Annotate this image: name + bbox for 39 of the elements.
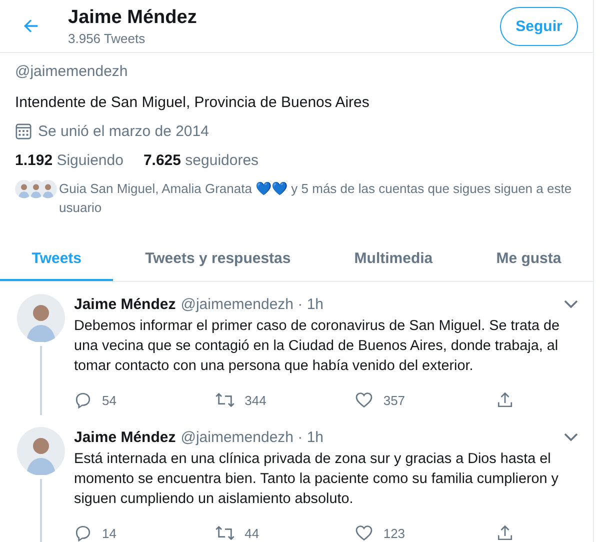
like-count: 123 (383, 526, 406, 540)
caret-icon[interactable] (564, 300, 578, 309)
like-count: 357 (383, 392, 406, 408)
profile-tab[interactable]: Multimedia (322, 237, 464, 281)
reply-icon[interactable] (74, 524, 92, 542)
followed-by-text[interactable]: Guia San Miguel, Amalia Granata 💙💙 y 5 más de las cuentas que sigues siguen a este usuario (59, 179, 578, 217)
retweet-icon[interactable] (214, 391, 235, 409)
avatar-icon[interactable] (39, 180, 57, 198)
author-name[interactable]: Jaime Méndez (74, 296, 176, 313)
reply-count: 54 (102, 392, 116, 408)
author-handle: @jaimemendezh · 1h (180, 429, 325, 446)
profile-tab[interactable]: Tweets (0, 237, 114, 281)
avatar-icon[interactable] (17, 427, 65, 475)
followers-link[interactable]: 7.625 seguidores (143, 152, 259, 169)
heart-icon[interactable] (355, 524, 374, 542)
retweet-count: 344 (244, 392, 266, 408)
join-date: Se unió el marzo de 2014 (38, 123, 209, 140)
profile-tab[interactable]: Tweets y respuestas (113, 237, 323, 281)
share-icon[interactable] (496, 524, 514, 542)
reply-icon[interactable] (74, 391, 92, 409)
share-icon[interactable] (496, 391, 514, 409)
retweet-icon[interactable] (214, 524, 235, 542)
avatar-icon[interactable] (17, 294, 65, 342)
tweet-count: 3.956 Tweets (68, 30, 146, 46)
retweet-count: 44 (244, 526, 260, 540)
profile-tab[interactable]: Me gusta (464, 237, 593, 281)
author-name[interactable]: Jaime Méndez (74, 429, 176, 446)
heart-icon[interactable] (355, 391, 374, 409)
author-handle: @jaimemendezh · 1h (180, 296, 325, 313)
tweet-text: Está internada en una clínica privada de zona sur y gracias a Dios hasta el momento se encuentra bien. Tanto la paciente como su familia cumplieron y siguen cumpliendo un aislamiento absoluto. (74, 450, 560, 509)
calendar-icon (15, 123, 32, 140)
tweet-text: Debemos informar el primer caso de coronavirus de San Miguel. Se trata de una vecina que se contagió en la Ciudad de Buenos Aires, donde trabaja, al tomar contacto con una persona que había venido del exterior. (74, 317, 561, 376)
caret-icon[interactable] (564, 433, 578, 442)
profile-bio: Intendente de San Miguel, Provincia de Buenos Aires (15, 94, 370, 111)
profile-handle: @jaimemendezh (15, 63, 129, 80)
profile-name: Jaime Méndez (68, 6, 198, 28)
follow-button[interactable]: Seguir (500, 6, 578, 46)
reply-count: 14 (102, 526, 116, 540)
following-link[interactable]: 1.192 Siguiendo (15, 152, 124, 169)
